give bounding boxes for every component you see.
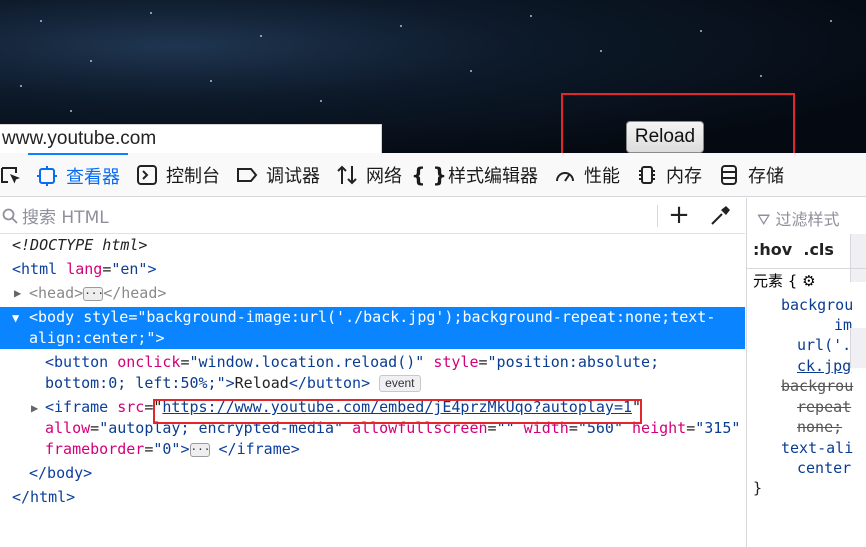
dom-node-iframe-cont[interactable]: allow="autoplay; encrypted-media" allowf… <box>45 418 740 439</box>
url-tooltip: www.youtube.com <box>0 124 382 153</box>
storage-icon <box>718 164 740 186</box>
console-icon <box>136 164 158 186</box>
dom-node-iframe-cont2[interactable]: frameborder="0">··· </iframe> <box>45 439 300 460</box>
side-expander[interactable] <box>850 234 866 282</box>
dom-node-html-close[interactable]: </html> <box>12 487 75 508</box>
collapsed-ellipsis[interactable]: ··· <box>83 286 104 301</box>
rule-line-overridden: repeat <box>797 398 852 416</box>
iframe-src-link[interactable]: https://www.youtube.com/embed/jE4przMkUq… <box>162 398 632 416</box>
tab-memory[interactable]: 内存 <box>628 153 710 197</box>
tab-label: 网络 <box>366 165 402 187</box>
markup-panel: 搜索 HTML + <!DOCTYPE html> <html lang="en… <box>0 198 745 547</box>
dom-node-button-cont[interactable]: bottom:0; left:50%;">Reload</button> eve… <box>45 373 421 394</box>
element-rule-header: 元素 { ⚙ <box>753 272 816 290</box>
cls-toggle[interactable]: .cls <box>803 240 834 259</box>
rule-line: center <box>797 459 852 477</box>
memory-icon <box>636 164 658 186</box>
performance-icon <box>554 164 576 186</box>
dom-node-body-selected[interactable]: ▼ <body style="background-image:url('./b… <box>0 307 745 349</box>
tab-label: 调试器 <box>266 165 320 187</box>
dom-node-html[interactable]: <html lang="en"> <box>12 259 157 280</box>
collapse-triangle-icon[interactable]: ▼ <box>12 311 19 325</box>
event-badge[interactable]: event <box>379 375 421 392</box>
tab-label: 样式编辑器 <box>448 165 538 187</box>
rule-line[interactable]: backgrou <box>781 296 853 314</box>
tab-network[interactable]: 网络 <box>328 153 410 197</box>
tab-debugger[interactable]: 调试器 <box>228 153 328 197</box>
expand-triangle-icon[interactable]: ▶ <box>14 286 21 300</box>
eyedropper-icon[interactable] <box>708 204 732 228</box>
tab-inspector[interactable]: 查看器 <box>28 152 128 197</box>
rule-line[interactable]: ck.jpg <box>797 357 851 375</box>
network-icon <box>336 164 358 186</box>
rule-line-overridden[interactable]: backgrou <box>781 377 853 395</box>
reload-button[interactable]: Reload <box>626 121 704 153</box>
pick-element-icon <box>0 164 22 186</box>
gear-icon[interactable]: ⚙ <box>802 272 815 290</box>
inspector-icon <box>36 165 58 187</box>
dom-node-iframe[interactable]: <iframe src="https://www.youtube.com/emb… <box>45 397 641 418</box>
rules-panel: ⛛ 过滤样式 :hov .cls 元素 { ⚙ backgrou im url(… <box>746 198 866 547</box>
tab-label: 存储 <box>748 165 784 187</box>
tab-label: 查看器 <box>66 166 120 188</box>
filter-styles-input[interactable]: ⛛ 过滤样式 <box>757 206 840 230</box>
divider <box>657 205 658 227</box>
filter-icon: ⛛ <box>757 210 771 229</box>
collapsed-ellipsis[interactable]: ··· <box>189 442 210 457</box>
tab-style-editor[interactable]: { } 样式编辑器 <box>410 153 546 197</box>
dom-node-button[interactable]: <button onclick="window.location.reload(… <box>45 352 659 373</box>
dom-node-doctype[interactable]: <!DOCTYPE html> <box>12 235 147 256</box>
expand-triangle-icon[interactable]: ▶ <box>31 401 38 415</box>
search-icon <box>2 208 18 224</box>
hov-toggle[interactable]: :hov <box>753 240 792 259</box>
dom-node-body-close[interactable]: </body> <box>29 463 92 484</box>
tab-storage[interactable]: 存储 <box>710 153 792 197</box>
tab-console[interactable]: 控制台 <box>128 153 228 197</box>
tab-label: 内存 <box>666 165 702 187</box>
pick-element-button[interactable] <box>0 153 28 197</box>
tab-label: 控制台 <box>166 165 220 187</box>
devtools-toolbar: 查看器 控制台 调试器 网络 { } 样式编辑器 性能 内存 存储 <box>0 152 866 197</box>
html-search-bar: 搜索 HTML + <box>0 198 745 234</box>
rule-line-overridden: none; <box>797 418 843 436</box>
divider <box>747 268 866 269</box>
debugger-icon <box>236 164 258 186</box>
side-expander[interactable] <box>850 328 866 368</box>
pseudo-class-toggles: :hov .cls <box>753 240 834 259</box>
dom-node-head[interactable]: <head>···</head> <box>29 283 166 304</box>
rule-close-brace: } <box>753 479 763 497</box>
tab-label: 性能 <box>584 165 620 187</box>
rule-line[interactable]: text-ali <box>781 439 853 457</box>
add-node-icon[interactable]: + <box>666 202 692 228</box>
style-editor-icon: { } <box>411 162 447 187</box>
tab-performance[interactable]: 性能 <box>546 153 628 197</box>
html-search-input[interactable]: 搜索 HTML <box>22 203 109 228</box>
